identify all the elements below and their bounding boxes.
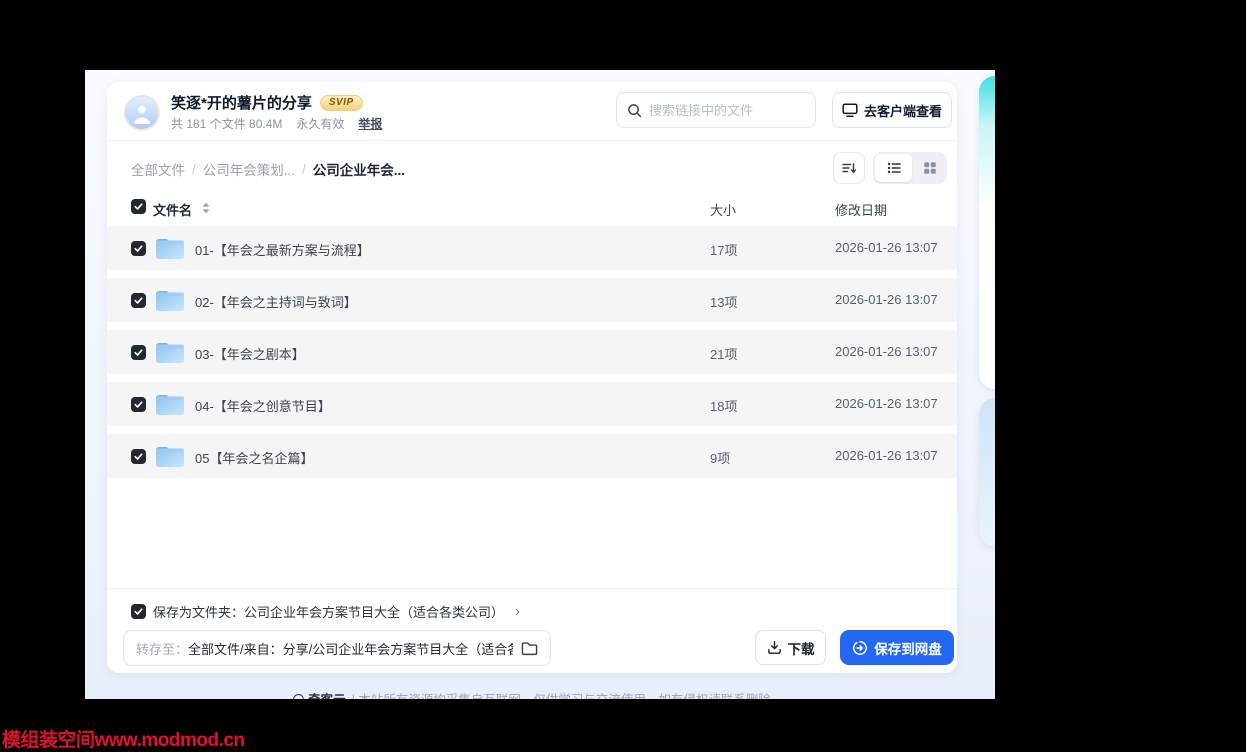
action-bar: 保存为文件夹：公司企业年会方案节目大全（适合各类公司） › 转存至： 全部文件/… [107, 588, 957, 673]
file-row[interactable]: 01-【年会之最新方案与流程】 17项 2026-01-26 13:07 [107, 226, 957, 270]
folder-icon [155, 340, 185, 364]
file-size: 21项 [710, 347, 738, 362]
file-name[interactable]: 03-【年会之剧本】 [195, 344, 305, 363]
file-name[interactable]: 04-【年会之创意节目】 [195, 396, 331, 415]
view-mode-toggle [873, 152, 947, 184]
row-checkbox[interactable] [131, 345, 146, 360]
open-in-client-label: 去客户端查看 [863, 103, 942, 119]
breadcrumb-current: 公司企业年会... [312, 163, 406, 178]
breadcrumb-separator: / [192, 161, 196, 177]
file-count-size: 共 181 个文件 80.4M [171, 117, 283, 131]
table-header: 文件名 大小 修改日期 [107, 196, 957, 222]
row-checkbox[interactable] [131, 397, 146, 412]
share-card: 笑逐*开的薯片的分享 SVIP 共 181 个文件 80.4M 永久有效 举报 … [107, 82, 957, 673]
destination-label: 转存至： [136, 641, 189, 657]
share-title: 笑逐*开的薯片的分享 [171, 95, 312, 112]
open-in-client-button[interactable]: 去客户端查看 [832, 92, 952, 128]
validity-label: 永久有效 [296, 117, 345, 131]
file-modified: 2026-01-26 13:07 [835, 448, 938, 463]
save-as-folder-label: 保存为文件夹：公司企业年会方案节目大全（适合各类公司） [153, 605, 505, 620]
file-size: 13项 [710, 295, 738, 310]
share-page: 笑逐*开的薯片的分享 SVIP 共 181 个文件 80.4M 永久有效 举报 … [85, 70, 995, 699]
file-modified: 2026-01-26 13:07 [835, 292, 938, 307]
file-row[interactable]: 04-【年会之创意节目】 18项 2026-01-26 13:07 [107, 382, 957, 426]
save-as-folder-row[interactable]: 保存为文件夹：公司企业年会方案节目大全（适合各类公司） › [131, 602, 520, 621]
row-checkbox[interactable] [131, 293, 146, 308]
name-sort-arrows-icon[interactable] [202, 202, 210, 217]
watermark-text: 模组装空间www.modmod.cn [2, 730, 245, 751]
file-modified: 2026-01-26 13:07 [835, 344, 938, 359]
file-size: 17项 [710, 243, 738, 258]
column-modified: 修改日期 [835, 203, 888, 218]
file-list: 01-【年会之最新方案与流程】 17项 2026-01-26 13:07 02-… [107, 226, 957, 486]
file-row[interactable]: 05【年会之名企篇】 9项 2026-01-26 13:07 [107, 434, 957, 478]
destination-path-picker[interactable]: 转存至： 全部文件/来自：分享/公司企业年会方案节目大全（适合各⋯ [123, 630, 551, 666]
file-size: 18项 [710, 399, 738, 414]
site-footer: 奇客云 | 本站所有资源均采集自互联网，仅供学习与交流使用，如有侵权请联系删除 [107, 689, 957, 699]
column-size: 大小 [710, 203, 737, 218]
save-as-folder-checkbox[interactable] [131, 604, 146, 619]
header-divider [107, 140, 957, 141]
footer-brand: 奇客云 [308, 693, 346, 699]
file-name[interactable]: 02-【年会之主持词与致词】 [195, 292, 357, 311]
destination-path: 全部文件/来自：分享/公司企业年会方案节目大全（适合各⋯ [188, 641, 513, 657]
folder-icon [155, 236, 185, 260]
sort-lines-icon [841, 160, 857, 176]
search-input[interactable] [649, 102, 805, 118]
folder-icon [155, 288, 185, 312]
file-modified: 2026-01-26 13:07 [835, 240, 938, 255]
list-view-icon [886, 160, 902, 176]
download-icon [767, 640, 782, 655]
svip-badge: SVIP [319, 94, 363, 111]
cloud-save-icon [852, 640, 868, 656]
file-row[interactable]: 03-【年会之剧本】 21项 2026-01-26 13:07 [107, 330, 957, 374]
grid-view-icon [922, 160, 938, 176]
column-filename: 文件名 [153, 203, 193, 218]
file-row[interactable]: 02-【年会之主持词与致词】 13项 2026-01-26 13:07 [107, 278, 957, 322]
breadcrumb-separator: / [302, 161, 306, 177]
folder-picker-icon[interactable] [521, 641, 538, 656]
footer-divider: | [352, 693, 355, 699]
breadcrumb-root[interactable]: 全部文件 [131, 159, 185, 179]
file-modified: 2026-01-26 13:07 [835, 396, 938, 411]
monitor-icon [842, 102, 858, 118]
file-name[interactable]: 01-【年会之最新方案与流程】 [195, 240, 370, 259]
folder-icon [155, 444, 185, 468]
sort-order-button[interactable] [833, 152, 865, 184]
search-box[interactable] [616, 92, 816, 128]
folder-icon [155, 392, 185, 416]
breadcrumb: 全部文件 / 公司年会策划... / 公司企业年会... [131, 159, 405, 179]
download-button[interactable]: 下载 [755, 630, 826, 665]
footer-note: 本站所有资源均采集自互联网，仅供学习与交流使用，如有侵权请联系删除 [358, 693, 771, 699]
report-link[interactable]: 举报 [358, 115, 382, 132]
download-label: 下载 [787, 641, 815, 657]
avatar [124, 95, 160, 131]
footer-logo-icon [293, 694, 305, 699]
row-checkbox[interactable] [131, 241, 146, 256]
breadcrumb-parent[interactable]: 公司年会策划... [203, 159, 295, 179]
floating-panel-top[interactable] [979, 76, 995, 389]
chevron-right-icon[interactable]: › [515, 603, 520, 620]
save-to-netdisk-button[interactable]: 保存到网盘 [840, 630, 954, 665]
row-checkbox[interactable] [131, 449, 146, 464]
file-name[interactable]: 05【年会之名企篇】 [195, 448, 313, 467]
search-icon [627, 103, 642, 118]
grid-view-button[interactable] [912, 152, 947, 184]
list-view-button[interactable] [875, 154, 912, 182]
select-all-checkbox[interactable] [131, 199, 146, 214]
user-icon [126, 97, 158, 129]
save-to-netdisk-label: 保存到网盘 [874, 641, 942, 657]
file-size: 9项 [710, 451, 731, 466]
floating-panel-bottom[interactable] [979, 398, 995, 546]
